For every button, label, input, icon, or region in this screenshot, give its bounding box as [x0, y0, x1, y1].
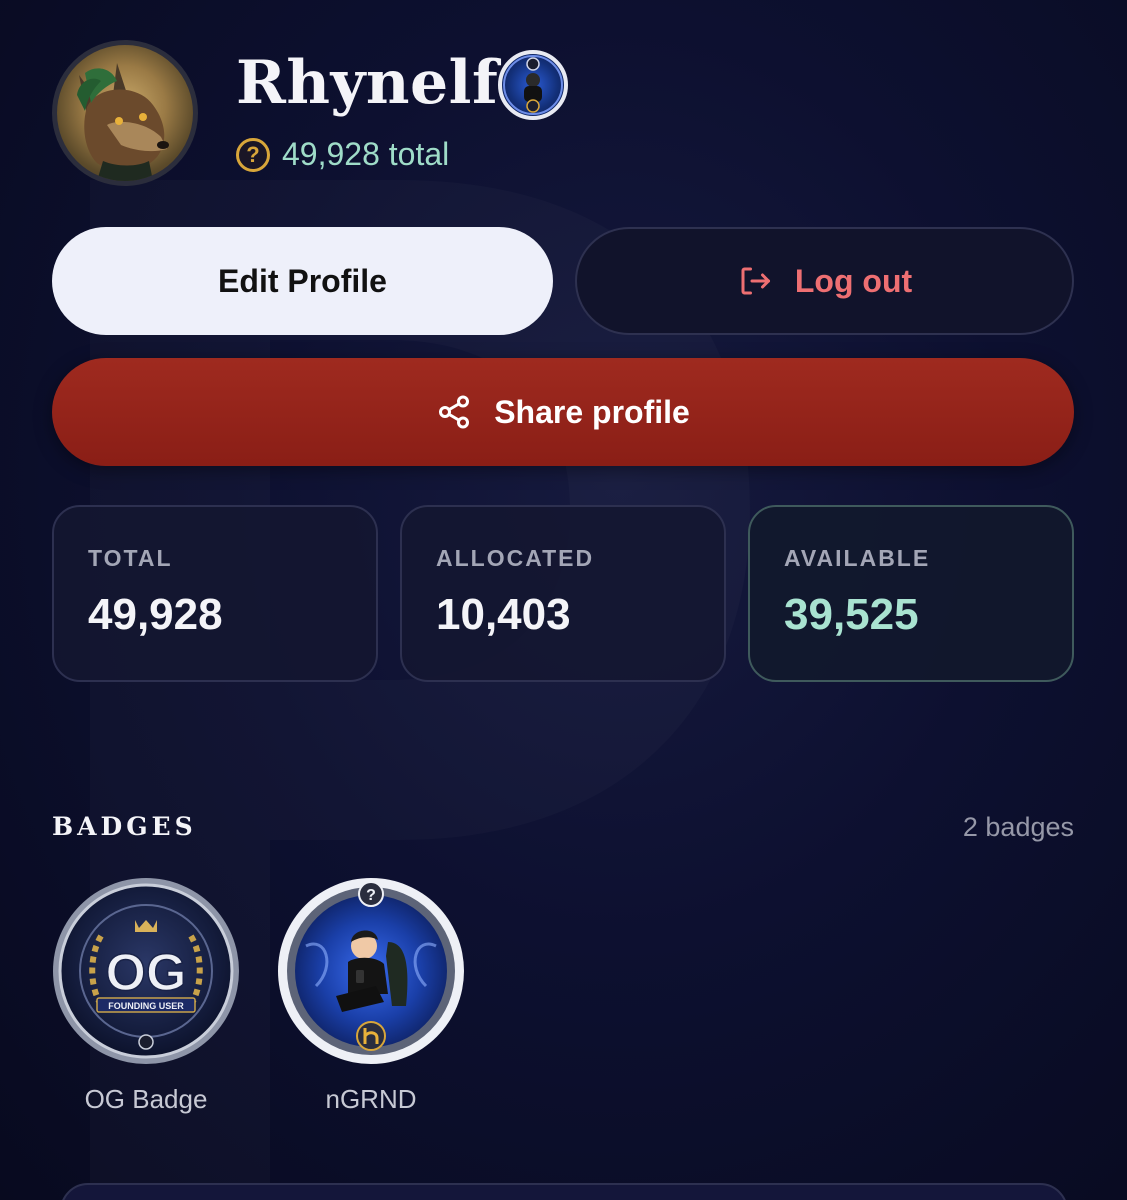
- badge-og[interactable]: OG FOUNDING USER OG Badge: [48, 876, 244, 1115]
- og-badge-subtext: FOUNDING USER: [108, 1001, 184, 1011]
- og-badge-icon: OG FOUNDING USER: [51, 876, 241, 1066]
- logout-button[interactable]: Log out: [575, 227, 1074, 335]
- stat-label: AVAILABLE: [784, 545, 931, 571]
- badge-label: nGRND: [325, 1084, 417, 1114]
- badges-title: BADGES: [52, 812, 197, 841]
- badges-count: 2 badges: [962, 812, 1074, 842]
- profile-page: Rhynelf ? 49,928 total Edit Profile Log …: [0, 0, 1127, 1200]
- stat-value: 10,403: [436, 590, 571, 639]
- total-points: 49,928 total: [282, 136, 450, 172]
- stat-label: ALLOCATED: [436, 545, 595, 571]
- stat-card-available: AVAILABLE 39,525: [748, 505, 1074, 682]
- stat-value: 49,928: [88, 590, 223, 639]
- share-profile-button[interactable]: Share profile: [52, 358, 1074, 466]
- edit-profile-button[interactable]: Edit Profile: [52, 227, 553, 335]
- logout-label: Log out: [794, 262, 913, 299]
- badge-label: OG Badge: [84, 1084, 208, 1114]
- og-badge-text: OG: [106, 944, 187, 1002]
- ngrnd-badge-icon: ?: [276, 876, 466, 1066]
- avatar[interactable]: [52, 40, 198, 186]
- edit-profile-label: Edit Profile: [218, 262, 387, 299]
- username: Rhynelf: [236, 48, 499, 118]
- next-section-card: [60, 1183, 1068, 1200]
- svg-text:?: ?: [366, 887, 376, 904]
- stat-card-total: TOTAL 49,928: [52, 505, 378, 682]
- logout-icon: [741, 267, 770, 295]
- stat-card-allocated: ALLOCATED 10,403: [400, 505, 726, 682]
- share-icon: [439, 395, 470, 429]
- wolf-avatar-icon: [77, 63, 169, 181]
- coin-icon: ?: [236, 138, 270, 172]
- stat-label: TOTAL: [88, 545, 173, 571]
- share-profile-label: Share profile: [494, 393, 690, 430]
- ngrnd-badge-icon[interactable]: [498, 50, 568, 120]
- stat-value: 39,525: [784, 590, 919, 639]
- badge-ngrnd[interactable]: ? nGRND: [273, 876, 469, 1115]
